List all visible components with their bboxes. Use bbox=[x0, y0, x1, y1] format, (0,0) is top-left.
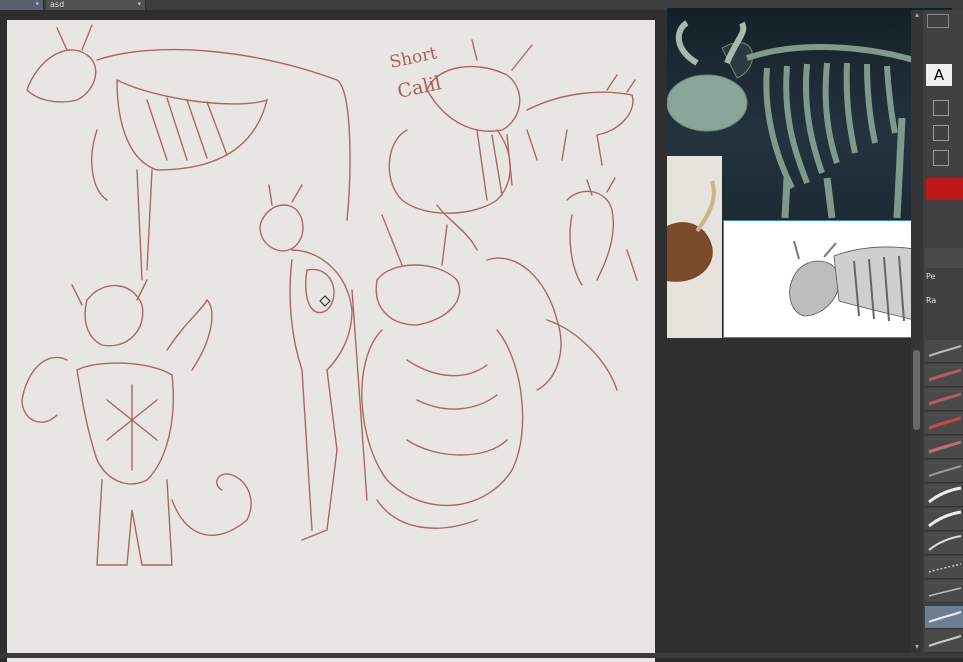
sketch-stroke bbox=[375, 264, 461, 326]
color-swatch[interactable] bbox=[926, 178, 963, 200]
brush-stroke-icon bbox=[928, 611, 962, 623]
sketch-stroke bbox=[146, 97, 228, 161]
sketch-stroke bbox=[171, 473, 252, 536]
cursor-marker bbox=[319, 295, 331, 307]
scroll-thumb[interactable] bbox=[913, 350, 920, 430]
status-bar bbox=[0, 653, 963, 658]
brush-stroke-icon bbox=[928, 416, 962, 430]
brush-label-pe: Pe bbox=[926, 272, 936, 281]
brush-stroke-icon bbox=[928, 486, 962, 504]
brush-preset[interactable] bbox=[925, 436, 963, 459]
sketch-stroke bbox=[21, 356, 68, 423]
sketch-stroke bbox=[166, 298, 213, 371]
sketch-stroke bbox=[71, 279, 148, 306]
sketch-stroke bbox=[606, 74, 636, 93]
tab-document-1[interactable]: ▾ bbox=[0, 0, 44, 10]
sketch-stroke bbox=[381, 214, 448, 266]
brush-preset[interactable] bbox=[925, 556, 963, 579]
sketch-stroke bbox=[305, 268, 335, 314]
close-icon[interactable]: ▾ bbox=[137, 0, 141, 9]
sketch-stroke bbox=[586, 177, 616, 196]
sketch-stroke bbox=[388, 129, 511, 214]
canvas-viewport: Short Calil bbox=[0, 10, 660, 662]
sketch-stroke bbox=[426, 65, 521, 132]
reference-board[interactable] bbox=[667, 8, 952, 338]
close-icon[interactable]: ▾ bbox=[35, 0, 39, 9]
sketch-stroke bbox=[476, 129, 513, 201]
sketch-stroke bbox=[566, 190, 638, 286]
sketch-stroke bbox=[406, 359, 508, 456]
brush-preset[interactable] bbox=[925, 460, 963, 483]
brush-preset[interactable] bbox=[925, 364, 963, 387]
sketch-stroke bbox=[26, 49, 97, 103]
bull-skull-photo[interactable] bbox=[667, 156, 722, 338]
brush-stroke-icon bbox=[928, 465, 962, 477]
brush-stroke-icon bbox=[928, 587, 962, 597]
sketch-stroke bbox=[471, 39, 533, 71]
tab-label: asd bbox=[50, 0, 65, 9]
brush-preset[interactable] bbox=[925, 412, 963, 435]
brush-stroke-icon bbox=[928, 345, 962, 357]
toolbar-icon[interactable] bbox=[933, 100, 949, 116]
brush-preset[interactable] bbox=[925, 484, 963, 507]
brush-preset[interactable] bbox=[925, 532, 963, 555]
brush-label-a: A bbox=[926, 64, 952, 86]
brush-preset-selected[interactable] bbox=[925, 606, 963, 629]
sketch-stroke bbox=[289, 259, 313, 531]
brush-stroke-icon bbox=[928, 635, 962, 647]
sketch-stroke bbox=[116, 79, 268, 171]
brush-panel: A Pe Ra bbox=[923, 10, 963, 653]
sketch-note-calil: Calil bbox=[395, 72, 443, 103]
sketch-stroke bbox=[136, 169, 153, 281]
sketch-stroke bbox=[106, 384, 158, 471]
scroll-up-icon[interactable]: ▴ bbox=[911, 10, 923, 20]
brush-stroke-icon bbox=[928, 510, 962, 528]
brush-label-ra: Ra bbox=[926, 296, 937, 305]
sketch-stroke bbox=[351, 289, 368, 501]
sketch-stroke bbox=[84, 284, 144, 347]
brush-row[interactable] bbox=[925, 248, 963, 268]
sketch-stroke bbox=[76, 362, 174, 485]
tab-document-asd[interactable]: asd ▾ bbox=[46, 0, 146, 10]
sketch-layer: Short Calil bbox=[21, 24, 638, 566]
drawing-canvas[interactable]: Short Calil bbox=[7, 20, 655, 662]
sketch-stroke bbox=[91, 129, 108, 201]
skull-photo bbox=[667, 180, 716, 282]
scroll-down-icon[interactable]: ▾ bbox=[911, 642, 923, 652]
brush-stroke-icon bbox=[928, 368, 962, 382]
sketch-stroke bbox=[436, 204, 478, 251]
sketch-stroke bbox=[56, 24, 93, 51]
sketch-note-short: Short bbox=[388, 43, 439, 73]
brush-preset[interactable] bbox=[925, 340, 963, 363]
toolbar-icon[interactable] bbox=[933, 125, 949, 141]
sketch-stroke bbox=[291, 249, 353, 541]
brush-stroke-icon bbox=[928, 392, 962, 406]
brush-stroke-icon bbox=[928, 440, 962, 454]
brush-preset[interactable] bbox=[925, 508, 963, 531]
sketch-stroke bbox=[96, 479, 173, 566]
brush-preset[interactable] bbox=[925, 580, 963, 603]
toolbar-icon[interactable] bbox=[933, 150, 949, 166]
sketch-stroke bbox=[361, 329, 524, 507]
sketch-stroke bbox=[268, 184, 303, 206]
sketch-stroke bbox=[259, 204, 304, 252]
brush-preset[interactable] bbox=[925, 388, 963, 411]
sketch-stroke bbox=[526, 91, 634, 166]
sketch-stroke bbox=[96, 48, 351, 221]
vertical-scrollbar[interactable]: ▴ ▾ bbox=[911, 10, 923, 653]
brush-preset[interactable] bbox=[925, 630, 963, 653]
panel-top-icon[interactable] bbox=[927, 14, 949, 28]
brush-stroke-icon bbox=[928, 535, 962, 551]
sketch-stroke bbox=[546, 319, 618, 391]
brush-stroke-icon bbox=[928, 563, 962, 573]
sketch-stroke bbox=[486, 257, 562, 391]
